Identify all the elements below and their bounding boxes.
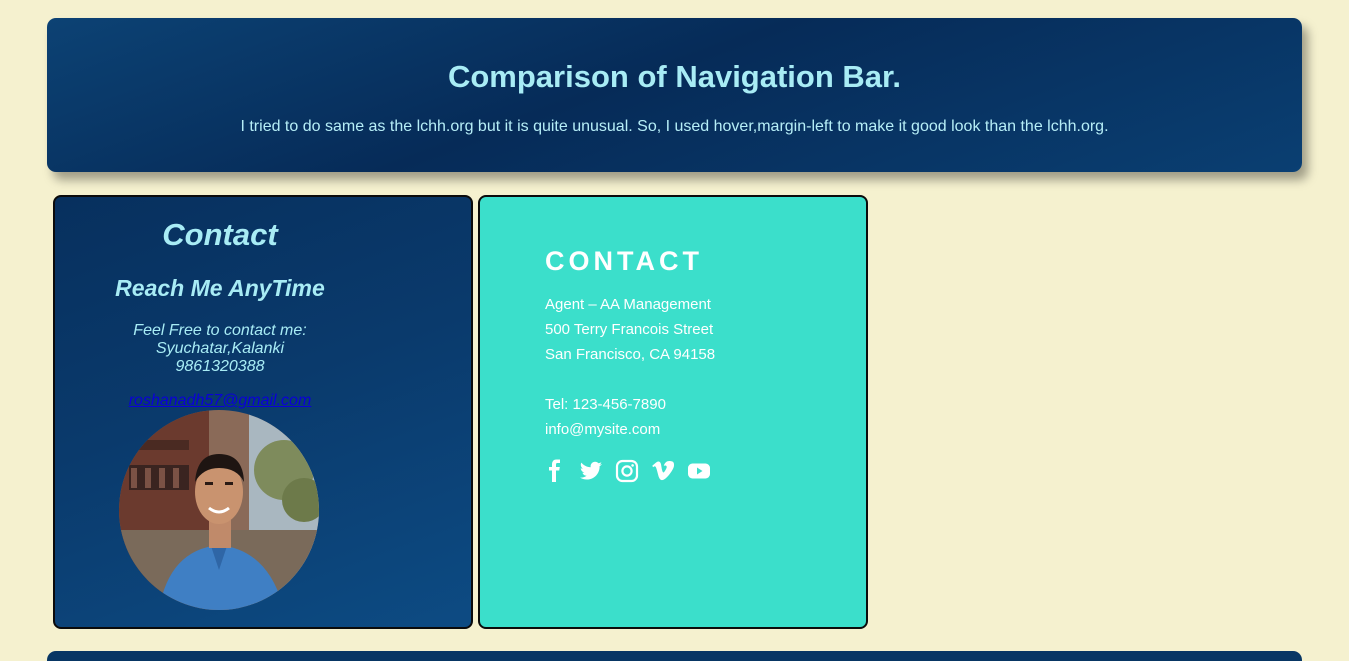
reference-city: San Francisco, CA 94158 <box>545 346 716 363</box>
next-section-edge <box>47 651 1302 661</box>
page-title: Comparison of Navigation Bar. <box>447 59 901 94</box>
vimeo-icon[interactable] <box>651 459 675 483</box>
contact-title: Contact <box>162 217 278 252</box>
reference-agent: Agent – AA Management <box>545 296 711 313</box>
header-banner: Comparison of Navigation Bar. I tried to… <box>47 18 1302 172</box>
contact-email-wrap: roshanadh57@gmail.com <box>55 392 385 410</box>
contact-card-reference: CONTACT Agent – AA Management 500 Terry … <box>478 195 868 629</box>
contact-subtitle: Reach Me AnyTime <box>115 275 325 301</box>
reference-contact-title: CONTACT <box>545 246 703 276</box>
reference-tel: Tel: 123-456-7890 <box>545 396 666 413</box>
contact-details: Feel Free to contact me: Syuchatar,Kalan… <box>55 322 385 376</box>
reference-spacer <box>545 367 715 392</box>
contact-email-link[interactable]: roshanadh57@gmail.com <box>129 392 312 409</box>
contact-line-address: Syuchatar,Kalanki <box>155 340 285 357</box>
reference-contact-details: Agent – AA Management 500 Terry Francois… <box>545 292 715 442</box>
reference-email: info@mysite.com <box>545 421 661 438</box>
youtube-icon[interactable] <box>687 459 711 483</box>
social-links <box>543 459 711 483</box>
instagram-icon[interactable] <box>615 459 639 483</box>
profile-photo-icon <box>119 410 319 610</box>
reference-street: 500 Terry Francois Street <box>545 321 714 338</box>
avatar <box>119 410 319 610</box>
twitter-icon[interactable] <box>579 459 603 483</box>
contact-line-phone: 9861320388 <box>175 358 265 375</box>
page-description: I tried to do same as the lchh.org but i… <box>240 118 1109 135</box>
facebook-icon[interactable] <box>543 459 567 483</box>
contact-line-intro: Feel Free to contact me: <box>133 322 307 339</box>
contact-card-custom: Contact Reach Me AnyTime Feel Free to co… <box>53 195 473 629</box>
